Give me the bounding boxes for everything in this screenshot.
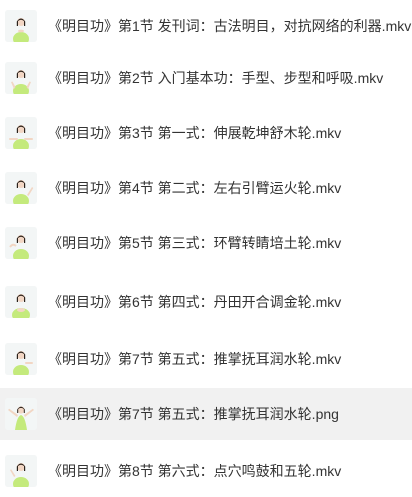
instructor-thumbnail-icon xyxy=(5,398,37,430)
file-name: 《明目功》第6节 第四式：丹田开合调金轮.mkv xyxy=(48,294,342,310)
file-name: 《明目功》第8节 第六式：点穴鸣鼓和五轮.mkv xyxy=(48,463,342,479)
file-row[interactable]: 《明目功》第6节 第四式：丹田开合调金轮.mkv xyxy=(0,276,412,328)
image-thumbnail xyxy=(5,398,37,430)
file-row[interactable]: 《明目功》第3节 第一式：伸展乾坤舒木轮.mkv xyxy=(0,107,412,159)
video-thumbnail xyxy=(5,172,37,204)
instructor-thumbnail-icon xyxy=(5,343,37,375)
video-thumbnail xyxy=(5,10,37,42)
video-thumbnail xyxy=(5,286,37,318)
file-row[interactable]: 《明目功》第4节 第二式：左右引臂运火轮.mkv xyxy=(0,162,412,214)
instructor-thumbnail-icon xyxy=(5,286,37,318)
file-name: 《明目功》第3节 第一式：伸展乾坤舒木轮.mkv xyxy=(48,125,342,141)
file-row[interactable]: 《明目功》第1节 发刊词：古法明目，对抗网络的利器.mkv xyxy=(0,0,412,52)
file-name: 《明目功》第1节 发刊词：古法明目，对抗网络的利器.mkv xyxy=(48,18,412,34)
instructor-thumbnail-icon xyxy=(5,10,37,42)
instructor-thumbnail-icon xyxy=(5,117,37,149)
file-name: 《明目功》第5节 第三式：环臂转睛培土轮.mkv xyxy=(48,235,342,251)
instructor-thumbnail-icon xyxy=(5,455,37,487)
video-thumbnail xyxy=(5,227,37,259)
video-thumbnail xyxy=(5,343,37,375)
file-row-selected[interactable]: 《明目功》第7节 第五式：推掌抚耳润水轮.png xyxy=(0,388,412,440)
instructor-thumbnail-icon xyxy=(5,172,37,204)
video-thumbnail xyxy=(5,455,37,487)
file-name: 《明目功》第7节 第五式：推掌抚耳润水轮.mkv xyxy=(48,351,342,367)
file-row[interactable]: 《明目功》第5节 第三式：环臂转睛培土轮.mkv xyxy=(0,217,412,269)
file-row[interactable]: 《明目功》第2节 入门基本功：手型、步型和呼吸.mkv xyxy=(0,52,412,104)
video-thumbnail xyxy=(5,62,37,94)
file-name: 《明目功》第4节 第二式：左右引臂运火轮.mkv xyxy=(48,180,342,196)
instructor-thumbnail-icon xyxy=(5,62,37,94)
instructor-thumbnail-icon xyxy=(5,227,37,259)
video-thumbnail xyxy=(5,117,37,149)
file-list: 《明目功》第1节 发刊词：古法明目，对抗网络的利器.mkv 《明目功》第2节 入… xyxy=(0,0,412,491)
file-name: 《明目功》第7节 第五式：推掌抚耳润水轮.png xyxy=(48,406,339,422)
file-row[interactable]: 《明目功》第8节 第六式：点穴鸣鼓和五轮.mkv xyxy=(0,445,412,497)
file-row[interactable]: 《明目功》第7节 第五式：推掌抚耳润水轮.mkv xyxy=(0,333,412,385)
file-name: 《明目功》第2节 入门基本功：手型、步型和呼吸.mkv xyxy=(48,70,384,86)
